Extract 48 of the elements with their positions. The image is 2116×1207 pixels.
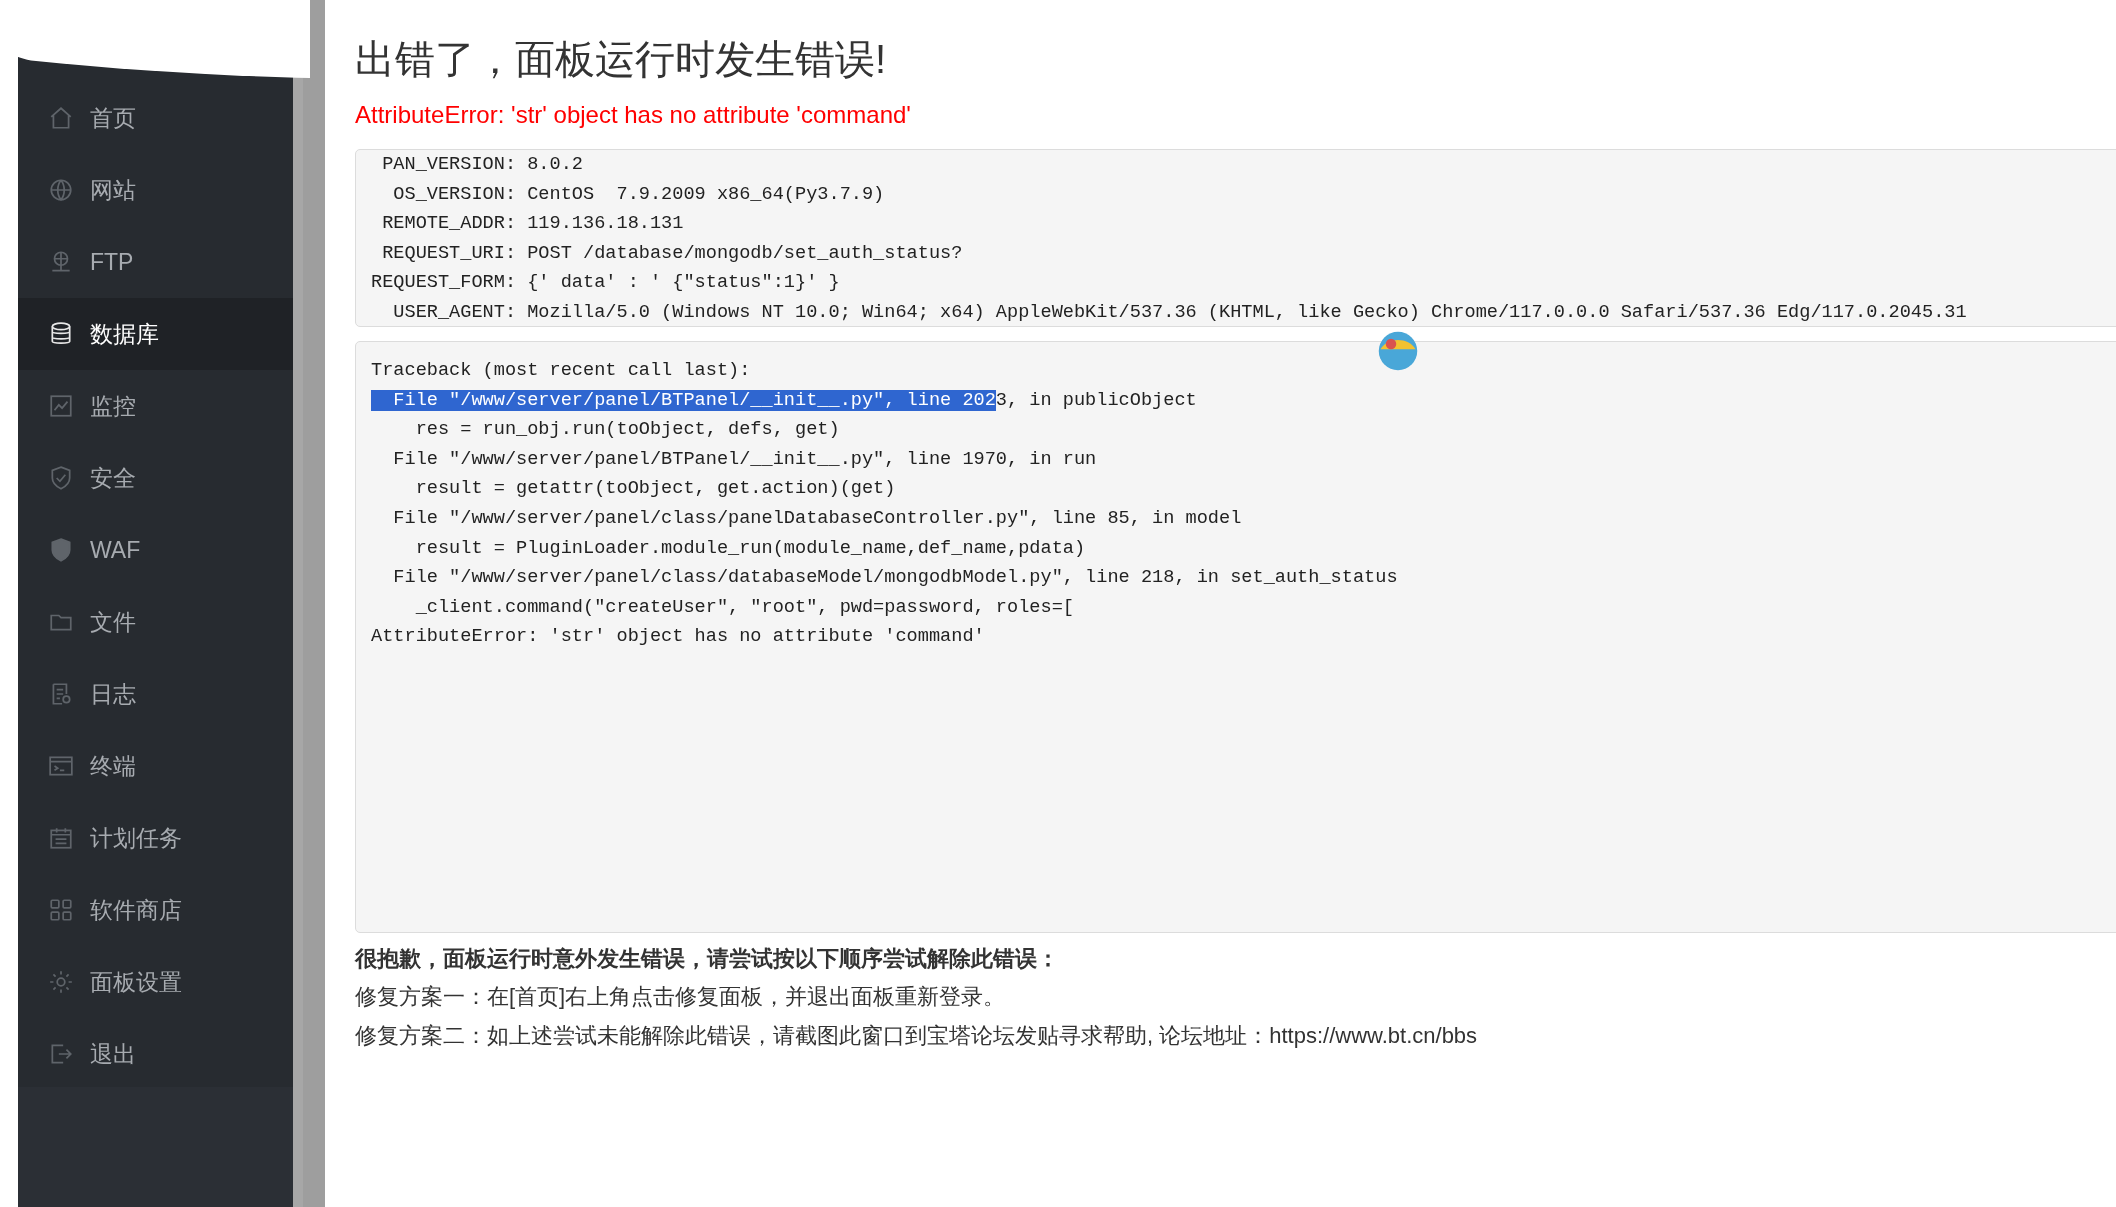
- info-line: REQUEST_URI: POST /database/mongodb/set_auth_status?: [381, 241, 964, 266]
- sidebar-item[interactable]: 首页: [18, 82, 293, 154]
- error-title: 出错了，面板运行时发生错误!: [355, 36, 888, 83]
- sidebar-item[interactable]: 计划任务: [18, 802, 293, 874]
- sidebar-item[interactable]: 文件: [18, 586, 293, 658]
- sidebar-item[interactable]: 退出: [18, 1018, 293, 1090]
- chart-icon: [48, 393, 74, 419]
- sidebar-item[interactable]: WAF: [18, 514, 293, 586]
- code-text: File "/www/server/panel/class/panelDatabaseController.py", line 85, in model: [392, 507, 1242, 529]
- help-text: 修复方案一：在[首页]右上角点击修复面板，并退出面板重新登录。: [355, 983, 1007, 1011]
- sidebar-item[interactable]: FTP: [18, 226, 293, 298]
- code-text: File "/www/server/panel/class/databaseModel/mongodbModel.py", line 218, in set_auth_status: [392, 567, 1398, 589]
- sidebar-item[interactable]: 网站: [18, 154, 293, 226]
- sidebar-item[interactable]: 日志: [18, 658, 293, 730]
- code-text: AttributeError: 'str' object has no attribute 'command': [371, 626, 985, 648]
- info-line: OS_VERSION: CentOS 7.9.2009 x86_64(Py3.7.9): [392, 182, 886, 207]
- code-text: File "/www/server/panel/BTPanel/__init__.py", line 1970, in run: [392, 448, 1097, 470]
- shield-icon: [48, 537, 74, 563]
- database-icon: [48, 321, 74, 347]
- calendar-icon: [48, 825, 74, 851]
- code-text: 3, in publicObject: [995, 389, 1197, 411]
- code-text: result = getattr(toObject, get.action)(get): [414, 478, 896, 500]
- code-text: res = run_obj.run(toObject, defs, get): [414, 419, 840, 441]
- settings-icon: [48, 969, 74, 995]
- globe-icon: [48, 177, 74, 203]
- error-message: AttributeError: 'str' object has no attribute 'command': [355, 101, 912, 129]
- info-line: USER_AGENT: Mozilla/5.0 (Windows NT 10.0; Win64; x64) AppleWebKit/537.36 (KHTML, like Gecko) Chrome/117.0.0.0 Safari/537.36 Edg/117.0.2045.31: [392, 300, 1968, 325]
- code-text: _client.command("createUser", "root", pwd=password, roles=[: [414, 596, 1074, 618]
- help-heading: 很抱歉，面板运行时意外发生错误，请尝试按以下顺序尝试解除此错误：: [355, 945, 1060, 973]
- sidebar-item[interactable]: 安全: [18, 442, 293, 514]
- grid-icon: [48, 897, 74, 923]
- exit-icon: [48, 1041, 74, 1067]
- sidebar-item[interactable]: 数据库: [18, 298, 293, 370]
- selected-text: File "/www/server/panel/BTPanel/__init__.py", line 202: [371, 389, 996, 411]
- terminal-icon: [48, 753, 74, 779]
- code-text: Traceback (most recent call last):: [371, 360, 751, 381]
- sidebar-item[interactable]: 终端: [18, 730, 293, 802]
- shield-icon: [48, 465, 74, 491]
- sidebar-item[interactable]: 面板设置: [18, 946, 293, 1018]
- code-text: result = PluginLoader.module_run(module_name,def_name,pdata): [414, 537, 1086, 559]
- info-line: REMOTE_ADDR: 119.136.18.131: [381, 212, 685, 237]
- info-line: REQUEST_FORM: {′ data′ : ′ {"status":1}′ }: [371, 271, 841, 296]
- sidebar-item[interactable]: 软件商店: [18, 874, 293, 946]
- sidebar-item[interactable]: 监控: [18, 370, 293, 442]
- scrollbar[interactable]: [293, 0, 325, 1207]
- help-text: 修复方案二：如上述尝试未能解除此错误，请截图此窗口到宝塔论坛发贴寻求帮助, 论坛地址：https://www.bt.cn/bbs: [355, 1022, 1479, 1050]
- info-line: PAN_VERSION: 8.0.2: [381, 153, 584, 177]
- home-icon: [48, 105, 74, 131]
